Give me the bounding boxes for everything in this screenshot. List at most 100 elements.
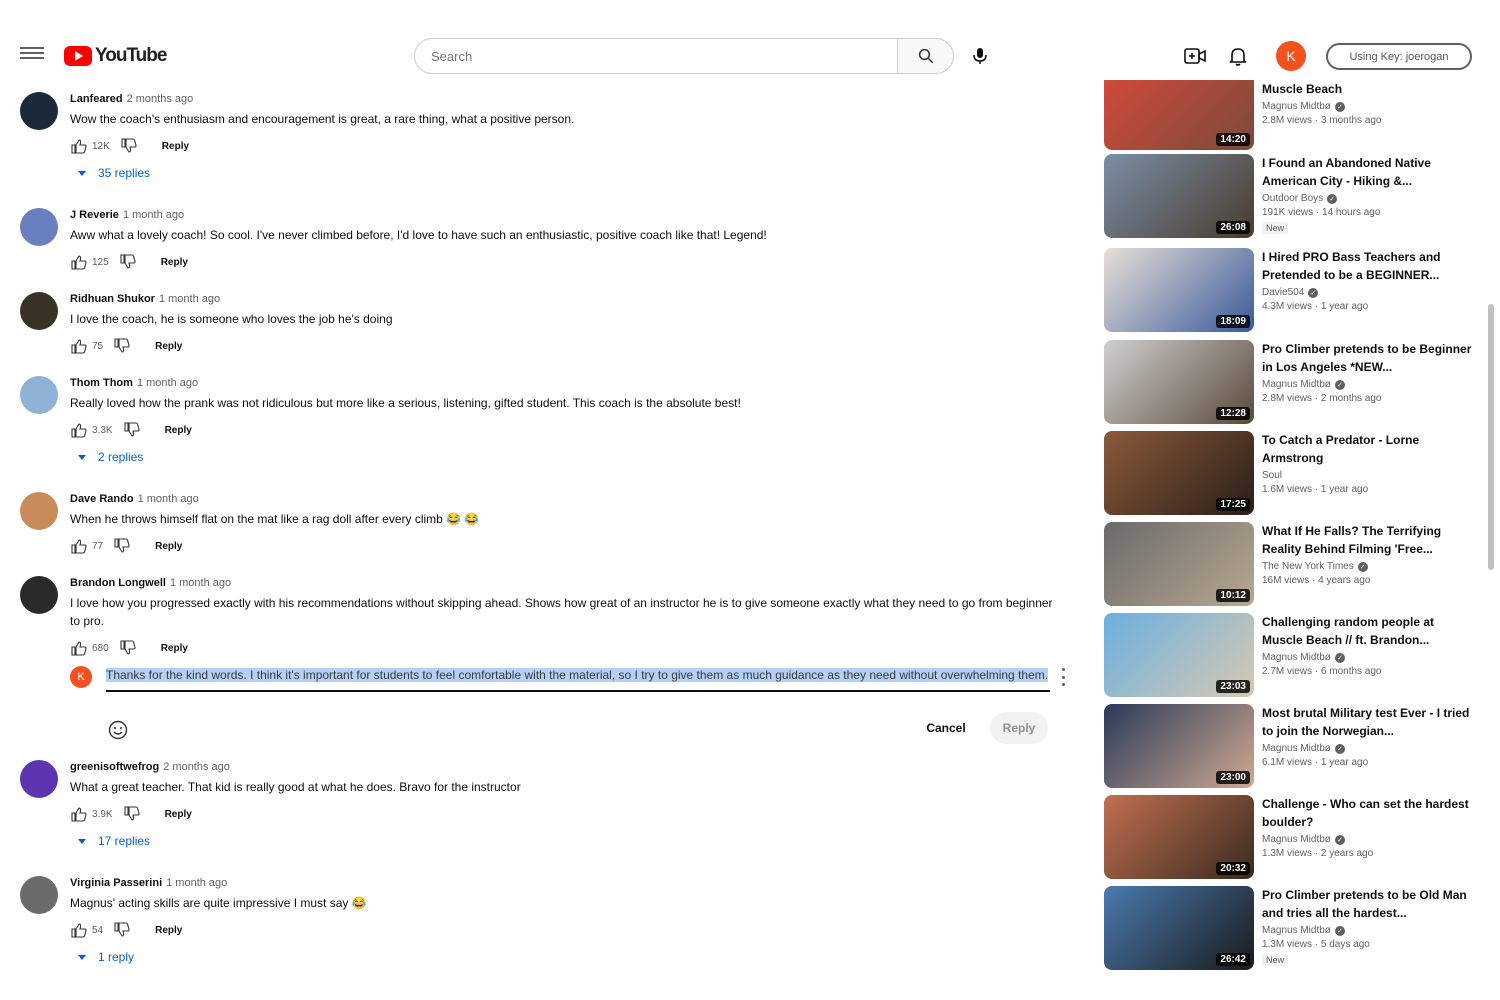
video-title[interactable]: To Catch a Predator - Lorne Armstrong bbox=[1262, 431, 1472, 467]
thumbs-up-icon[interactable] bbox=[70, 805, 88, 823]
comment-author[interactable]: Ridhuan Shukor bbox=[70, 293, 155, 305]
comment-avatar[interactable] bbox=[20, 576, 58, 614]
search-input[interactable] bbox=[414, 38, 898, 74]
video-title[interactable]: Pro Climber pretends to be Old Man and t… bbox=[1262, 886, 1472, 922]
cancel-reply-button[interactable]: Cancel bbox=[916, 712, 976, 744]
comment-time[interactable]: 1 month ago bbox=[123, 209, 184, 221]
channel-name[interactable]: Davie504 bbox=[1262, 287, 1304, 298]
thumbs-down-icon[interactable] bbox=[119, 253, 137, 271]
view-replies-toggle[interactable]: 17 replies bbox=[78, 834, 1060, 848]
channel-name[interactable]: Magnus Midtbø bbox=[1262, 652, 1331, 663]
thumbs-down-icon[interactable] bbox=[113, 921, 131, 939]
thumbs-down-icon[interactable] bbox=[113, 537, 131, 555]
reply-button[interactable]: Reply bbox=[155, 341, 182, 352]
video-thumbnail[interactable]: 18:09 bbox=[1104, 248, 1254, 332]
channel-name[interactable]: Magnus Midtbø bbox=[1262, 834, 1331, 845]
thumbs-down-icon[interactable] bbox=[113, 337, 131, 355]
recommended-video[interactable]: 18:09 I Hired PRO Bass Teachers and Pret… bbox=[1104, 248, 1480, 332]
comment-author[interactable]: J Reverie bbox=[70, 209, 119, 221]
view-replies-toggle[interactable]: 35 replies bbox=[78, 166, 1060, 180]
channel-name[interactable]: Soul bbox=[1262, 470, 1282, 481]
recommended-video[interactable]: 23:03 Challenging random people at Muscl… bbox=[1104, 613, 1480, 697]
video-title[interactable]: Most brutal Military test Ever - I tried… bbox=[1262, 704, 1472, 740]
comment-avatar[interactable] bbox=[20, 292, 58, 330]
create-video-button[interactable] bbox=[1182, 44, 1208, 68]
thumbs-down-icon[interactable] bbox=[123, 805, 141, 823]
comment-time[interactable]: 2 months ago bbox=[127, 93, 194, 105]
thumbs-down-icon[interactable] bbox=[119, 639, 137, 657]
video-title[interactable]: Challenge - Who can set the hardest boul… bbox=[1262, 795, 1472, 831]
reply-button[interactable]: Reply bbox=[155, 925, 182, 936]
youtube-logo[interactable]: YouTube bbox=[64, 44, 167, 68]
thumbs-up-icon[interactable] bbox=[70, 537, 88, 555]
thumbs-up-icon[interactable] bbox=[70, 253, 88, 271]
channel-name[interactable]: The New York Times bbox=[1262, 561, 1354, 572]
video-thumbnail[interactable]: 26:08 bbox=[1104, 154, 1254, 238]
thumbs-up-icon[interactable] bbox=[70, 639, 88, 657]
comment-avatar[interactable] bbox=[20, 92, 58, 130]
comment-time[interactable]: 2 months ago bbox=[163, 761, 230, 773]
reply-input[interactable]: Thanks for the kind words. I think it's … bbox=[106, 666, 1050, 692]
comment-avatar[interactable] bbox=[20, 208, 58, 246]
video-title[interactable]: I Hired PRO Bass Teachers and Pretended … bbox=[1262, 248, 1472, 284]
video-title[interactable]: Pro Climber pretends to be Beginner in L… bbox=[1262, 340, 1472, 376]
api-key-badge[interactable]: Using Key: joerogan bbox=[1326, 43, 1472, 70]
account-avatar[interactable]: K bbox=[1276, 41, 1306, 71]
video-title[interactable]: Muscle Beach bbox=[1262, 80, 1472, 98]
menu-icon[interactable] bbox=[20, 44, 44, 64]
video-title[interactable]: Challenging random people at Muscle Beac… bbox=[1262, 613, 1472, 649]
notifications-button[interactable] bbox=[1226, 43, 1250, 69]
recommended-video[interactable]: 26:08 I Found an Abandoned Native Americ… bbox=[1104, 154, 1480, 238]
channel-name[interactable]: Magnus Midtbø bbox=[1262, 379, 1331, 390]
comment-author[interactable]: greenisoftwefrog bbox=[70, 761, 159, 773]
channel-name[interactable]: Magnus Midtbø bbox=[1262, 101, 1331, 112]
recommended-video[interactable]: 12:28 Pro Climber pretends to be Beginne… bbox=[1104, 340, 1480, 424]
channel-name[interactable]: Magnus Midtbø bbox=[1262, 925, 1331, 936]
recommended-video[interactable]: 23:00 Most brutal Military test Ever - I… bbox=[1104, 704, 1480, 788]
emoji-picker-button[interactable] bbox=[108, 720, 128, 740]
reply-button[interactable]: Reply bbox=[165, 809, 192, 820]
recommended-video[interactable]: 14:20 Muscle Beach Magnus Midtbø ✓ 2.8M vie… bbox=[1104, 80, 1480, 150]
video-thumbnail[interactable]: 17:25 bbox=[1104, 431, 1254, 515]
video-thumbnail[interactable]: 23:03 bbox=[1104, 613, 1254, 697]
video-thumbnail[interactable]: 20:32 bbox=[1104, 795, 1254, 879]
thumbs-down-icon[interactable] bbox=[123, 421, 141, 439]
reply-button[interactable]: Reply bbox=[165, 425, 192, 436]
reply-button[interactable]: Reply bbox=[162, 141, 189, 152]
reply-button[interactable]: Reply bbox=[155, 541, 182, 552]
comment-time[interactable]: 1 month ago bbox=[138, 493, 199, 505]
comment-author[interactable]: Lanfeared bbox=[70, 93, 123, 105]
comment-author[interactable]: Brandon Longwell bbox=[70, 577, 166, 589]
video-thumbnail[interactable]: 14:20 bbox=[1104, 80, 1254, 150]
search-button[interactable] bbox=[898, 38, 954, 74]
video-title[interactable]: I Found an Abandoned Native American Cit… bbox=[1262, 154, 1472, 190]
page-scrollbar[interactable] bbox=[1488, 304, 1494, 570]
submit-reply-button[interactable]: Reply bbox=[990, 712, 1048, 744]
comment-avatar[interactable] bbox=[20, 376, 58, 414]
comment-time[interactable]: 1 month ago bbox=[166, 877, 227, 889]
video-title[interactable]: What If He Falls? The Terrifying Reality… bbox=[1262, 522, 1472, 558]
comment-author[interactable]: Virginia Passerini bbox=[70, 877, 162, 889]
channel-name[interactable]: Outdoor Boys bbox=[1262, 193, 1323, 204]
comment-time[interactable]: 1 month ago bbox=[170, 577, 231, 589]
thumbs-up-icon[interactable] bbox=[70, 921, 88, 939]
thumbs-up-icon[interactable] bbox=[70, 137, 88, 155]
video-thumbnail[interactable]: 12:28 bbox=[1104, 340, 1254, 424]
recommended-video[interactable]: 10:12 What If He Falls? The Terrifying R… bbox=[1104, 522, 1480, 606]
thumbs-up-icon[interactable] bbox=[70, 337, 88, 355]
view-replies-toggle[interactable]: 2 replies bbox=[78, 450, 1060, 464]
video-thumbnail[interactable]: 10:12 bbox=[1104, 522, 1254, 606]
comment-time[interactable]: 1 month ago bbox=[137, 377, 198, 389]
thumbs-up-icon[interactable] bbox=[70, 421, 88, 439]
comment-time[interactable]: 1 month ago bbox=[159, 293, 220, 305]
comment-author[interactable]: Thom Thom bbox=[70, 377, 133, 389]
voice-search-button[interactable] bbox=[964, 40, 996, 72]
recommended-video[interactable]: 26:42 Pro Climber pretends to be Old Man… bbox=[1104, 886, 1480, 970]
video-thumbnail[interactable]: 23:00 bbox=[1104, 704, 1254, 788]
reply-button[interactable]: Reply bbox=[161, 643, 188, 654]
comment-avatar[interactable] bbox=[20, 492, 58, 530]
reply-button[interactable]: Reply bbox=[161, 257, 188, 268]
comment-more-actions-button[interactable] bbox=[1062, 668, 1068, 686]
comment-avatar[interactable] bbox=[20, 876, 58, 914]
channel-name[interactable]: Magnus Midtbø bbox=[1262, 743, 1331, 754]
